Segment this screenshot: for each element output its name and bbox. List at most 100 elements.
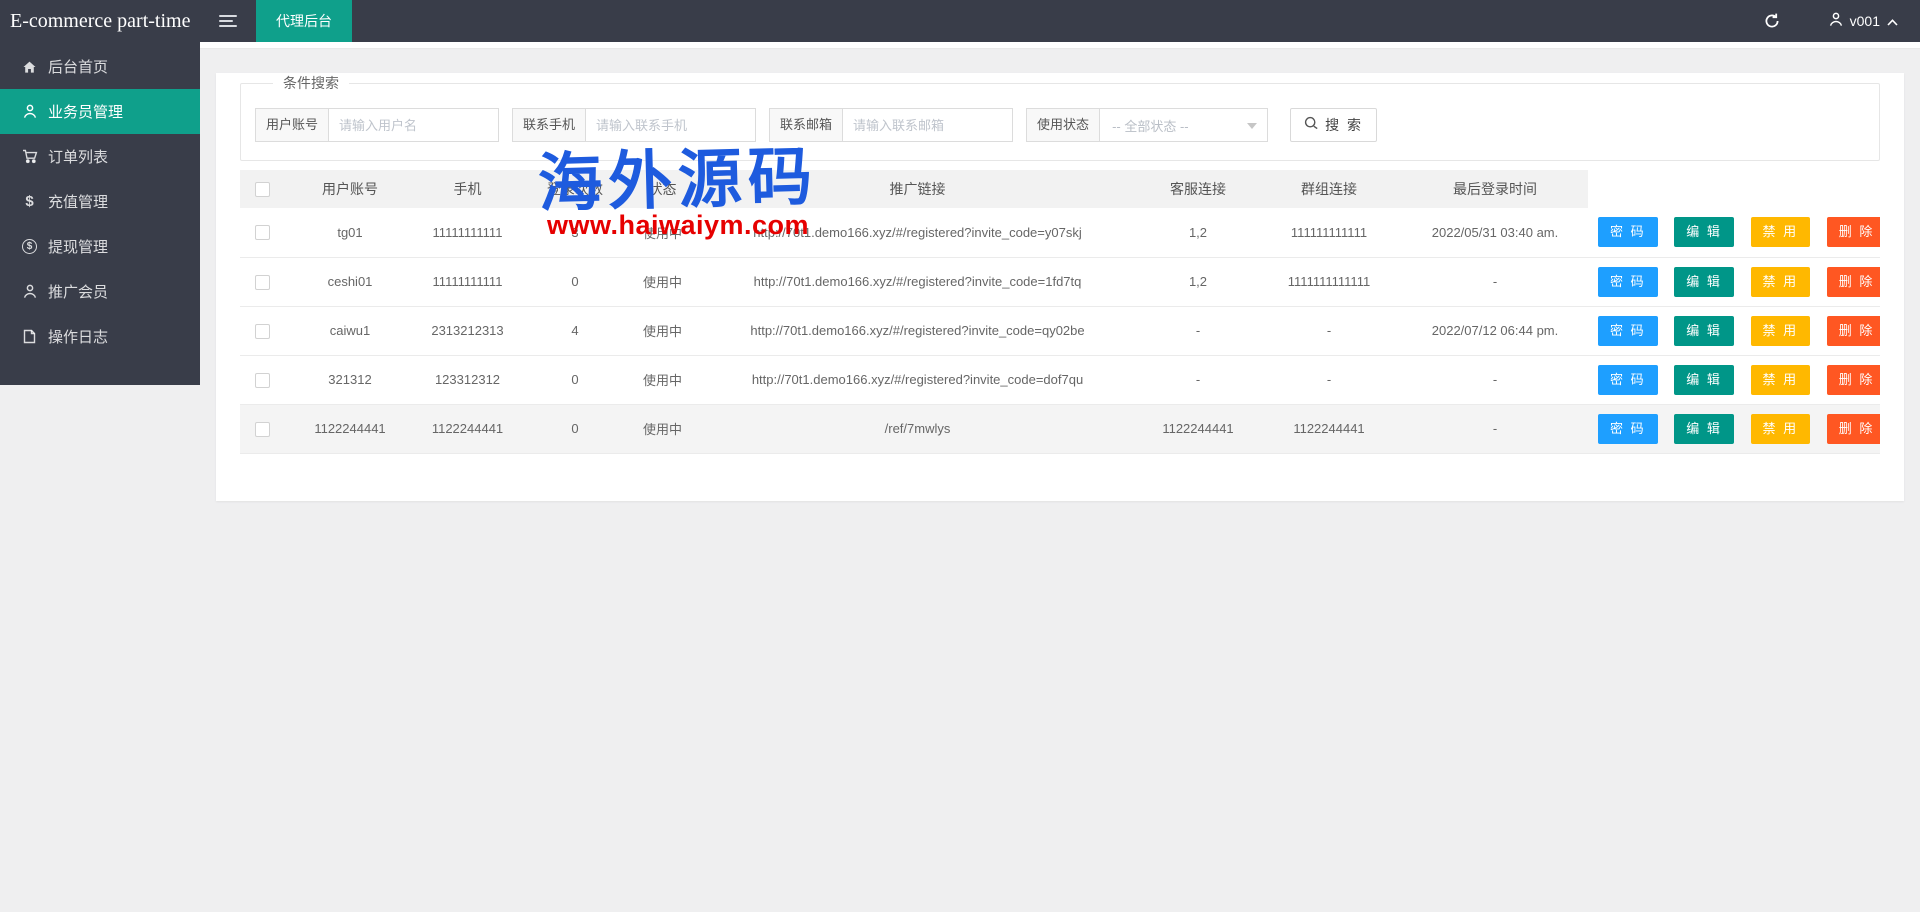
row-checkbox[interactable] — [255, 323, 270, 339]
col-service: 客服连接 — [1140, 170, 1256, 208]
password-button[interactable]: 密 码 — [1598, 315, 1658, 346]
app-logo: E-commerce part-time — [10, 10, 191, 32]
status-badge: 使用中 — [630, 257, 695, 307]
status-badge: 使用中 — [630, 306, 695, 356]
status-select[interactable]: -- 全部状态 -- — [1100, 108, 1269, 142]
delete-button[interactable]: 删 除 — [1826, 266, 1880, 297]
cell-link: http://70t1.demo166.xyz/#/registered?inv… — [695, 208, 1140, 258]
edit-button[interactable]: 编 辑 — [1674, 364, 1734, 395]
chevron-up-icon — [1887, 13, 1898, 29]
user-icon — [21, 104, 38, 119]
cell-link: http://70t1.demo166.xyz/#/registered?inv… — [695, 257, 1140, 307]
email-label: 联系邮箱 — [769, 108, 844, 142]
account-input[interactable] — [329, 108, 500, 142]
edit-button[interactable]: 编 辑 — [1674, 266, 1734, 297]
cell-logins: 0 — [520, 355, 630, 405]
row-checkbox[interactable] — [255, 274, 270, 290]
col-actions — [1588, 170, 1880, 208]
disable-button[interactable]: 禁 用 — [1750, 315, 1811, 346]
row-checkbox[interactable] — [255, 372, 270, 388]
sidebar-item-label: 充值管理 — [48, 194, 109, 211]
sidebar-item-promotion[interactable]: 推广会员 — [0, 269, 200, 314]
cell-group: - — [1256, 355, 1402, 405]
phone-input[interactable] — [586, 108, 757, 142]
sidebar-item-logs[interactable]: 操作日志 — [0, 314, 200, 359]
cell-logins: 0 — [520, 257, 630, 307]
sidebar-item-withdraw[interactable]: $ 提现管理 — [0, 224, 200, 269]
cell-last-login: 2022/07/12 06:44 pm. — [1402, 306, 1588, 356]
cell-link: http://70t1.demo166.xyz/#/registered?inv… — [695, 355, 1140, 405]
password-button[interactable]: 密 码 — [1598, 364, 1658, 395]
phone-label: 联系手机 — [512, 108, 587, 142]
menu-toggle-icon[interactable] — [200, 0, 256, 42]
delete-button[interactable]: 删 除 — [1826, 364, 1880, 395]
user-icon — [21, 284, 38, 299]
email-input[interactable] — [843, 108, 1014, 142]
cell-account: 1122244441 — [285, 404, 415, 454]
cell-account: 321312 — [285, 355, 415, 405]
disable-button[interactable]: 禁 用 — [1750, 266, 1811, 297]
delete-button[interactable]: 删 除 — [1826, 413, 1880, 444]
cell-phone: 11111111111 — [415, 257, 520, 307]
user-menu[interactable]: v001 — [1829, 12, 1898, 30]
cell-logins: 0 — [520, 404, 630, 454]
cell-phone: 1122244441 — [415, 404, 520, 454]
sidebar-item-recharge[interactable]: $ 充值管理 — [0, 179, 200, 224]
cell-service: 1122244441 — [1140, 404, 1256, 454]
content-card: 条件搜索 用户账号 联系手机 联系邮箱 使用状态 -- 全部状态 - — [216, 73, 1904, 501]
sidebar-item-home[interactable]: 后台首页 — [0, 44, 200, 89]
table-row: 321312 123312312 0 使用中 http://70t1.demo1… — [240, 355, 1880, 405]
row-checkbox[interactable] — [255, 421, 270, 437]
cell-service: 1,2 — [1140, 257, 1256, 307]
account-label: 用户账号 — [255, 108, 330, 142]
cell-service: - — [1140, 306, 1256, 356]
filter-phone: 联系手机 — [512, 108, 757, 142]
topbar: E-commerce part-time 代理后台 v001 — [0, 0, 1920, 42]
tab-agent-admin[interactable]: 代理后台 — [256, 0, 352, 42]
password-button[interactable]: 密 码 — [1598, 217, 1658, 248]
cell-last-login: - — [1402, 404, 1588, 454]
document-icon — [21, 329, 38, 344]
password-button[interactable]: 密 码 — [1598, 413, 1658, 444]
disable-button[interactable]: 禁 用 — [1750, 364, 1811, 395]
cell-link: http://70t1.demo166.xyz/#/registered?inv… — [695, 306, 1140, 356]
disable-button[interactable]: 禁 用 — [1750, 217, 1811, 248]
refresh-icon[interactable] — [1763, 12, 1781, 30]
table-header-row: 用户账号 手机 登录次数 状态 推广链接 客服连接 群组连接 最后登录时间 — [240, 170, 1880, 208]
table-row: tg01 11111111111 3 使用中 http://70t1.demo1… — [240, 208, 1880, 258]
status-label: 使用状态 — [1026, 108, 1101, 142]
disable-button[interactable]: 禁 用 — [1750, 413, 1811, 444]
dollar-icon: $ — [25, 193, 34, 210]
dropdown-arrow-icon — [1247, 123, 1258, 134]
search-legend: 条件搜索 — [283, 75, 339, 91]
filter-account: 用户账号 — [255, 108, 500, 142]
cell-logins: 3 — [520, 208, 630, 258]
cell-last-login: - — [1402, 355, 1588, 405]
cell-phone: 11111111111 — [415, 208, 520, 258]
status-badge: 使用中 — [630, 208, 695, 258]
cell-account: caiwu1 — [285, 306, 415, 356]
table-row: caiwu1 2313212313 4 使用中 http://70t1.demo… — [240, 306, 1880, 356]
edit-button[interactable]: 编 辑 — [1674, 315, 1734, 346]
filter-status: 使用状态 -- 全部状态 -- — [1026, 108, 1269, 142]
cell-last-login: - — [1402, 257, 1588, 307]
cell-last-login: 2022/05/31 03:40 am. — [1402, 208, 1588, 258]
delete-button[interactable]: 删 除 — [1826, 315, 1880, 346]
row-checkbox[interactable] — [255, 225, 270, 241]
delete-button[interactable]: 删 除 — [1826, 217, 1880, 248]
cell-account: tg01 — [285, 208, 415, 258]
sidebar-item-salesman[interactable]: 业务员管理 — [0, 89, 200, 134]
cell-logins: 4 — [520, 306, 630, 356]
search-panel: 条件搜索 用户账号 联系手机 联系邮箱 使用状态 -- 全部状态 - — [240, 73, 1880, 161]
sidebar-item-label: 提现管理 — [48, 239, 109, 256]
status-badge: 使用中 — [630, 404, 695, 454]
sidebar-item-orders[interactable]: 订单列表 — [0, 134, 200, 179]
search-button[interactable]: 搜 索 — [1290, 108, 1377, 142]
sidebar-item-label: 操作日志 — [48, 329, 109, 346]
password-button[interactable]: 密 码 — [1598, 266, 1658, 297]
username: v001 — [1849, 13, 1880, 29]
select-all-checkbox[interactable] — [255, 182, 270, 198]
cell-group: - — [1256, 306, 1402, 356]
edit-button[interactable]: 编 辑 — [1674, 413, 1734, 444]
edit-button[interactable]: 编 辑 — [1674, 217, 1734, 248]
